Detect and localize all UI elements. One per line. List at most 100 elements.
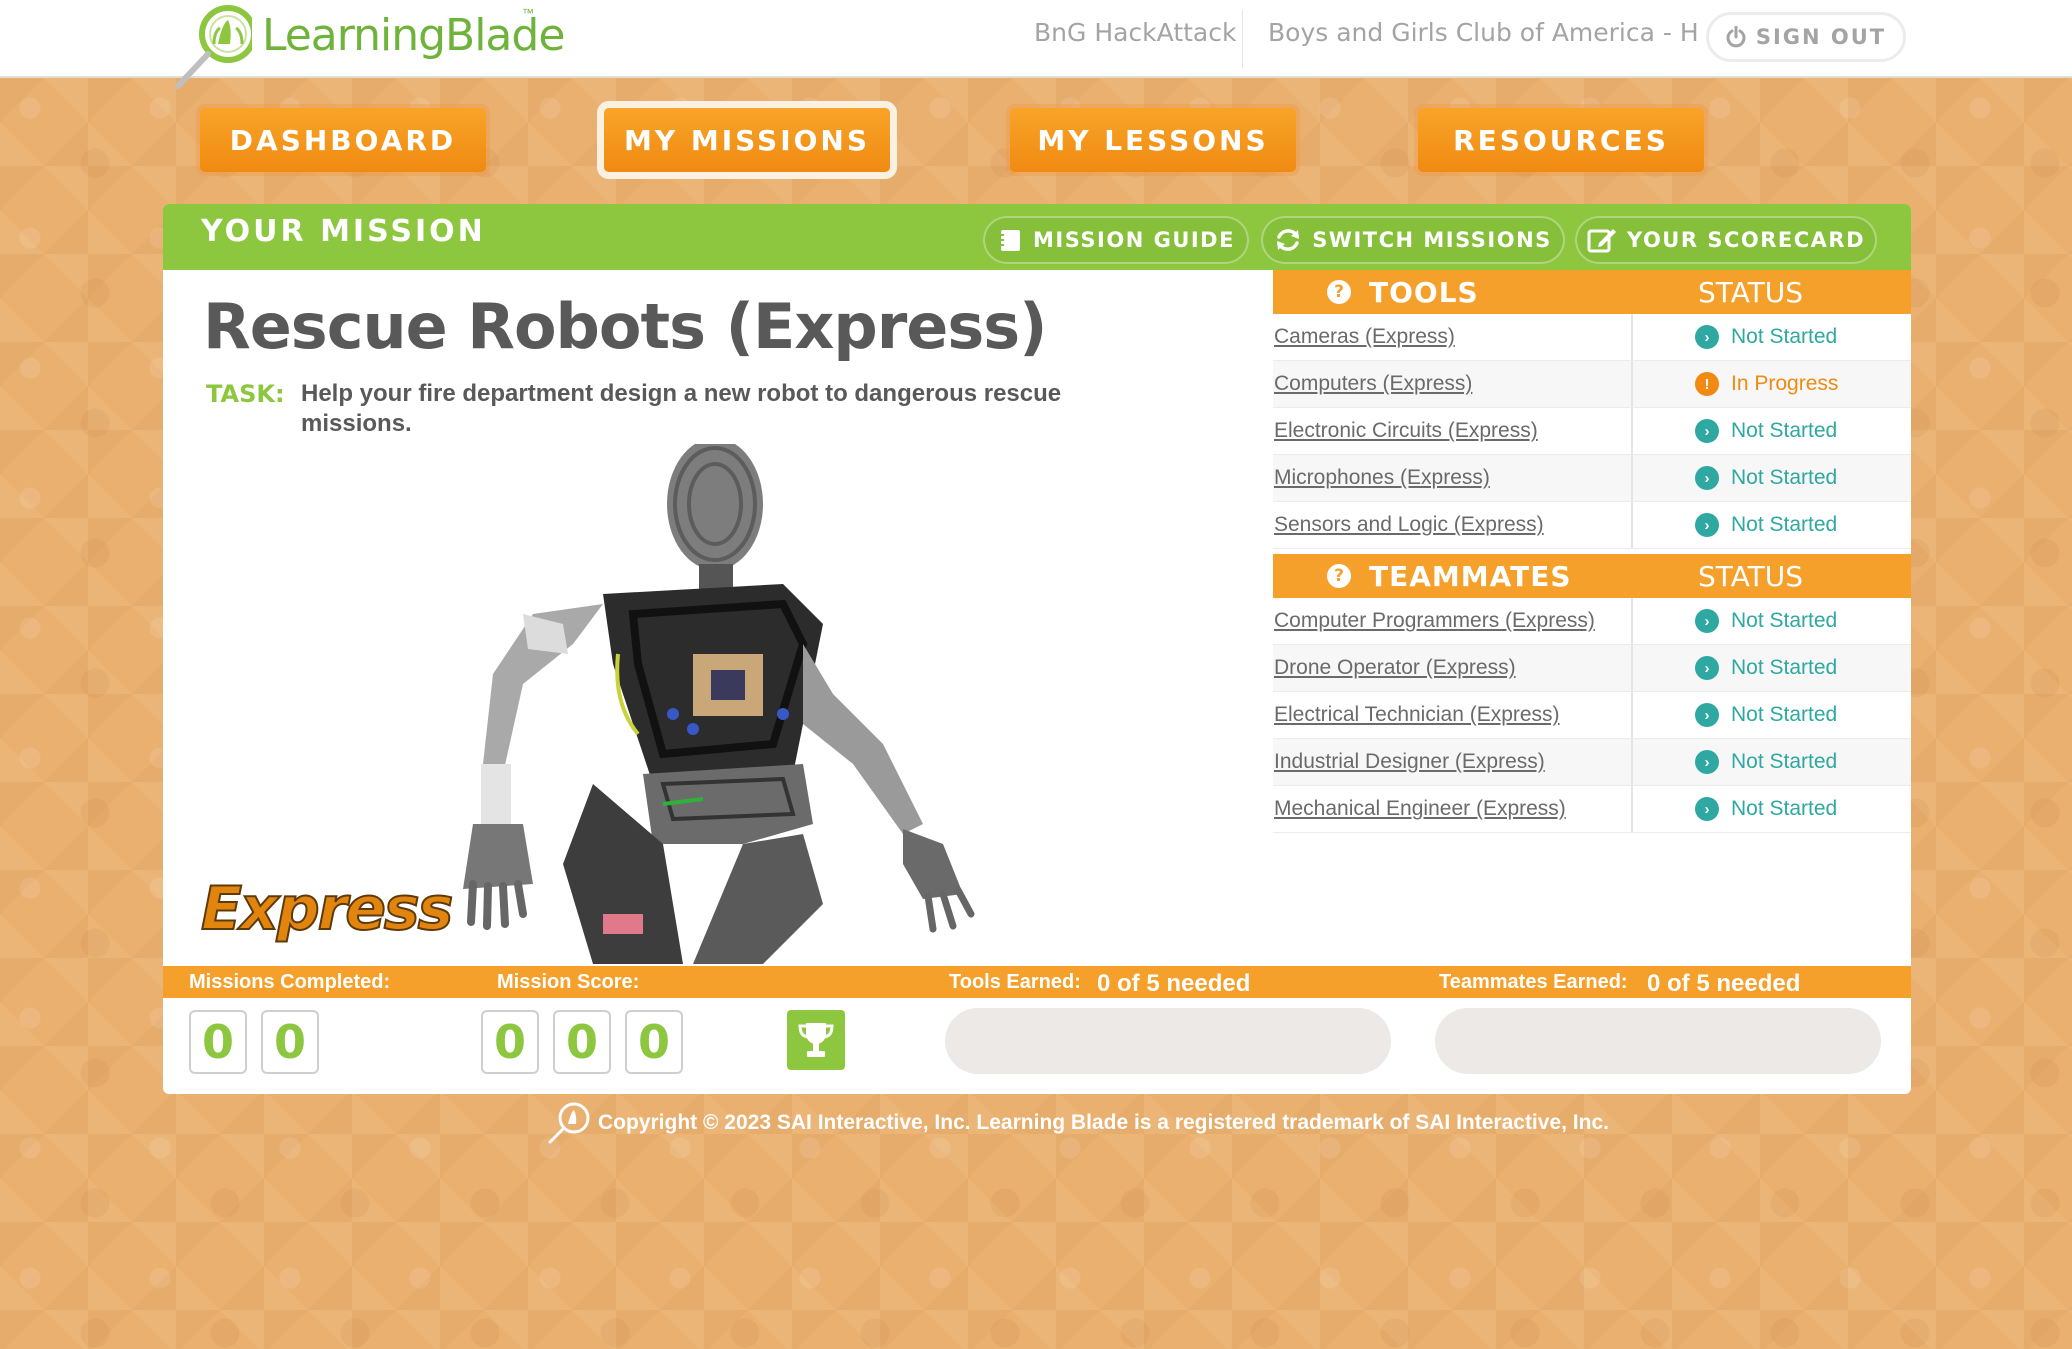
- nav-dashboard-button[interactable]: DASHBOARD: [200, 108, 486, 172]
- tools-table: ? TOOLS STATUS Cameras (Express) › Not St…: [1273, 270, 1911, 549]
- tool-row: Microphones (Express) › Not Started: [1273, 455, 1911, 502]
- mission-title: Rescue Robots (Express): [203, 290, 1047, 363]
- arrow-right-icon: ›: [1695, 466, 1719, 490]
- tool-status: › Not Started: [1633, 455, 1837, 501]
- teammate-status: › Not Started: [1633, 598, 1837, 644]
- tool-link[interactable]: Computers (Express): [1273, 361, 1633, 407]
- tools-table-header: ? TOOLS STATUS: [1273, 270, 1911, 314]
- arrow-right-icon: ›: [1695, 656, 1719, 680]
- mission-header-bar: YOUR MISSION MISSION GUIDE SWITCH MISSIO…: [163, 204, 1911, 270]
- logo-magnifier-icon: [175, 5, 252, 89]
- tools-status-header: STATUS: [1698, 276, 1804, 309]
- tool-status: ! In Progress: [1633, 361, 1838, 407]
- teammate-link[interactable]: Electrical Technician (Express): [1273, 692, 1633, 738]
- tool-status-label: Not Started: [1731, 325, 1838, 348]
- footer: Copyright © 2023 SAI Interactive, Inc. L…: [546, 1100, 1609, 1146]
- notebook-icon: [999, 230, 1021, 251]
- teammates-header-label: TEAMMATES: [1369, 560, 1572, 593]
- your-mission-heading: YOUR MISSION: [201, 214, 486, 249]
- mission-score-digit: 0: [553, 1010, 611, 1074]
- tools-earned-label: Tools Earned:: [949, 971, 1081, 993]
- logo-text: LearningBlade: [262, 10, 565, 61]
- tool-status: › Not Started: [1633, 408, 1837, 454]
- help-icon[interactable]: ?: [1327, 280, 1351, 304]
- footer-logo-icon: [548, 1102, 590, 1144]
- task-description: Help your fire department design a new r…: [301, 380, 1062, 437]
- rescue-robot-image: [463, 444, 975, 964]
- teammates-status-header: STATUS: [1698, 560, 1804, 593]
- teammate-status-label: Not Started: [1731, 797, 1838, 820]
- arrow-right-icon: ›: [1695, 419, 1719, 443]
- sign-out-label: SIGN OUT: [1755, 25, 1887, 49]
- tool-status-label: Not Started: [1731, 419, 1838, 442]
- teammate-row: Computer Programmers (Express) › Not Star…: [1273, 598, 1911, 645]
- power-icon: [1726, 26, 1746, 48]
- header-divider: [1242, 10, 1243, 68]
- arrow-right-icon: ›: [1695, 750, 1719, 774]
- tools-earned-value: 0 of 5 needed: [1097, 970, 1251, 997]
- teammate-row: Mechanical Engineer (Express) › Not Start…: [1273, 786, 1911, 833]
- tool-row: Sensors and Logic (Express) › Not Started: [1273, 502, 1911, 549]
- tool-link[interactable]: Electronic Circuits (Express): [1273, 408, 1633, 454]
- missions-completed-digit: 0: [261, 1010, 319, 1074]
- task-label: TASK:: [206, 380, 285, 408]
- teammate-status-label: Not Started: [1731, 656, 1838, 679]
- tool-link[interactable]: Cameras (Express): [1273, 314, 1633, 360]
- mission-guide-button[interactable]: MISSION GUIDE: [983, 216, 1249, 264]
- missions-completed-label: Missions Completed:: [189, 971, 391, 993]
- tool-status-label: Not Started: [1731, 466, 1838, 489]
- mission-score-digit: 0: [481, 1010, 539, 1074]
- learningblade-logo[interactable]: LearningBlade ™: [172, 2, 565, 92]
- teammates-earned-value: 0 of 5 needed: [1647, 970, 1801, 997]
- mission-score-label: Mission Score:: [497, 971, 640, 993]
- copyright-text: Copyright © 2023 SAI Interactive, Inc. L…: [598, 1111, 1609, 1134]
- arrow-right-icon: ›: [1695, 609, 1719, 633]
- tool-row: Cameras (Express) › Not Started: [1273, 314, 1911, 361]
- organization-link[interactable]: Boys and Girls Club of America - H: [1268, 18, 1699, 47]
- arrow-right-icon: ›: [1695, 325, 1719, 349]
- teammate-status: › Not Started: [1633, 786, 1837, 832]
- teammate-status-label: Not Started: [1731, 750, 1838, 773]
- group-link[interactable]: BnG HackAttack: [1034, 18, 1236, 47]
- tools-earned-progress-bar: [945, 1008, 1391, 1074]
- teammates-table-header: ? TEAMMATES STATUS: [1273, 554, 1911, 598]
- your-scorecard-button[interactable]: YOUR SCORECARD: [1575, 216, 1877, 264]
- sign-out-button[interactable]: SIGN OUT: [1706, 12, 1906, 62]
- teammates-earned-label: Teammates Earned:: [1439, 971, 1628, 993]
- teammate-row: Industrial Designer (Express) › Not Start…: [1273, 739, 1911, 786]
- nav-my-lessons-button[interactable]: MY LESSONS: [1010, 108, 1296, 172]
- tool-row: Computers (Express) ! In Progress: [1273, 361, 1911, 408]
- teammate-link[interactable]: Drone Operator (Express): [1273, 645, 1633, 691]
- your-scorecard-label: YOUR SCORECARD: [1626, 228, 1865, 252]
- teammate-status-label: Not Started: [1731, 609, 1838, 632]
- tool-status-label: Not Started: [1731, 513, 1838, 536]
- help-icon[interactable]: ?: [1327, 564, 1351, 588]
- trophy-button[interactable]: [787, 1010, 845, 1070]
- switch-missions-button[interactable]: SWITCH MISSIONS: [1261, 216, 1565, 264]
- teammate-status: › Not Started: [1633, 692, 1837, 738]
- teammate-link[interactable]: Mechanical Engineer (Express): [1273, 786, 1633, 832]
- missions-completed-digit: 0: [189, 1010, 247, 1074]
- teammate-row: Electrical Technician (Express) › Not Sta…: [1273, 692, 1911, 739]
- edit-icon: [1587, 229, 1616, 253]
- teammate-status: › Not Started: [1633, 739, 1837, 785]
- switch-missions-label: SWITCH MISSIONS: [1312, 228, 1552, 252]
- tool-status-label: In Progress: [1731, 372, 1839, 395]
- arrow-right-icon: ›: [1695, 513, 1719, 537]
- tools-header-label: TOOLS: [1369, 276, 1479, 309]
- tool-status: › Not Started: [1633, 314, 1837, 360]
- stats-bar: Missions Completed: Mission Score: Tools…: [163, 966, 1911, 998]
- tool-link[interactable]: Sensors and Logic (Express): [1273, 502, 1633, 548]
- exclamation-icon: !: [1695, 372, 1719, 396]
- teammate-link[interactable]: Computer Programmers (Express): [1273, 598, 1633, 644]
- nav-my-missions-button[interactable]: MY MISSIONS: [604, 108, 890, 172]
- tool-status: › Not Started: [1633, 502, 1837, 548]
- teammate-link[interactable]: Industrial Designer (Express): [1273, 739, 1633, 785]
- nav-resources-button[interactable]: RESOURCES: [1418, 108, 1704, 172]
- logo-trademark: ™: [522, 6, 534, 20]
- teammate-status: › Not Started: [1633, 645, 1837, 691]
- express-badge: Express: [200, 873, 454, 945]
- top-header: LearningBlade ™ BnG HackAttack Boys and …: [0, 0, 2072, 89]
- tool-link[interactable]: Microphones (Express): [1273, 455, 1633, 501]
- tool-row: Electronic Circuits (Express) › Not Start…: [1273, 408, 1911, 455]
